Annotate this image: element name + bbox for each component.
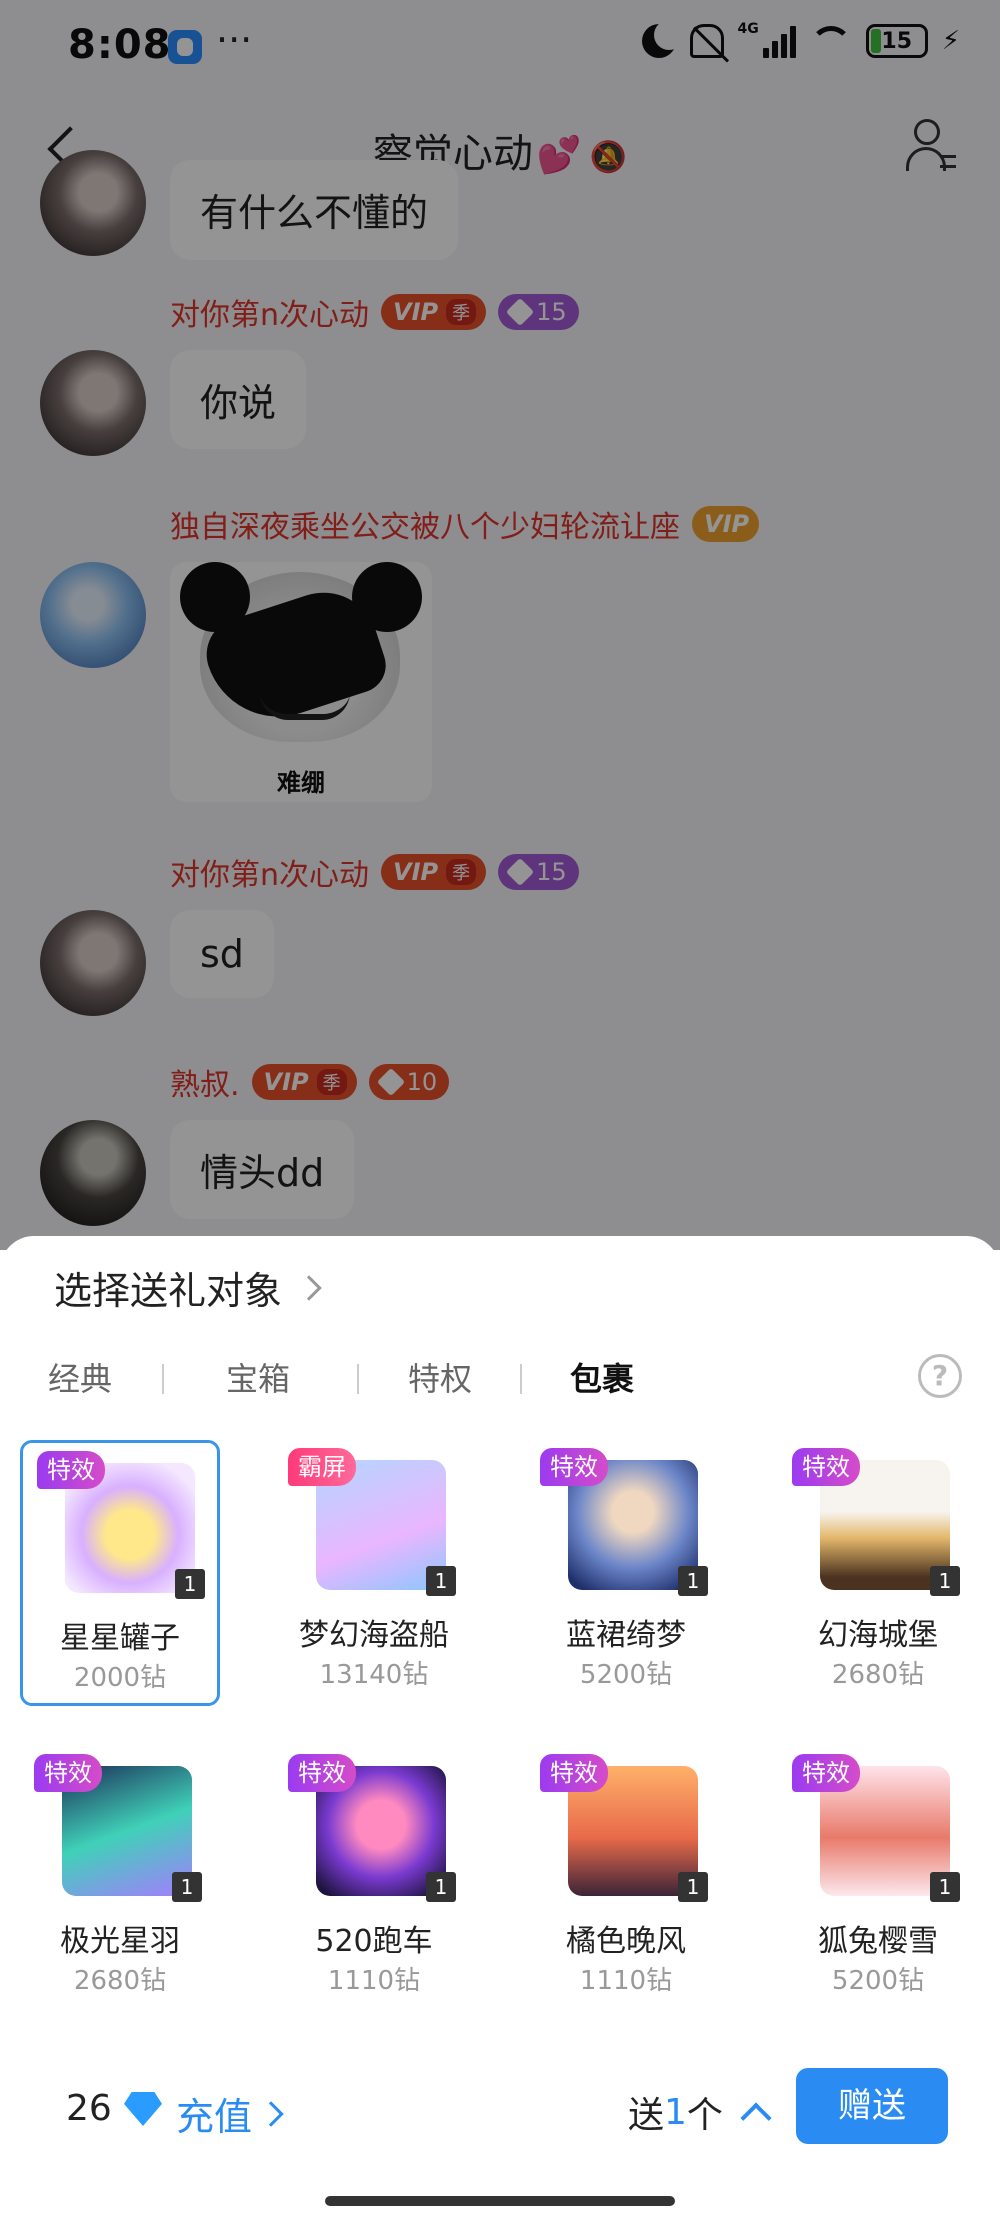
- chat-background: 8:08 ··· 4G 15 ⚡ 察觉心动 💕 🔕 有什么不懂的 对你第n次心动…: [0, 0, 1000, 1250]
- gift-price: 2680钻: [831, 1660, 925, 1690]
- gift-item[interactable]: 霸屏 1 梦幻海盗船 13140钻: [274, 1440, 474, 1706]
- gift-quantity: 1: [930, 1566, 960, 1596]
- gift-quantity: 1: [678, 1566, 708, 1596]
- tab-package[interactable]: 包裹: [570, 1354, 634, 1400]
- gift-quantity: 1: [172, 1872, 202, 1902]
- gift-item[interactable]: 特效 1 幻海城堡 2680钻: [778, 1440, 978, 1706]
- tab-classic[interactable]: 经典: [48, 1354, 112, 1400]
- gift-price: 5200钻: [831, 1966, 925, 1996]
- gift-quantity: 1: [426, 1872, 456, 1902]
- gift-tabs: 经典 宝箱 特权 包裹: [0, 1354, 1000, 1414]
- gift-name: 520跑车: [315, 1924, 433, 1959]
- gift-effect-tag: 特效: [540, 1448, 608, 1486]
- recharge-button[interactable]: 充值: [176, 2086, 284, 2141]
- diamond-balance: 26: [66, 2088, 112, 2129]
- recharge-label: 充值: [176, 2095, 253, 2139]
- gift-name: 极光星羽: [60, 1924, 180, 1959]
- gift-item[interactable]: 特效 1 520跑车 1110钻: [274, 1746, 474, 2012]
- gift-quantity: 1: [426, 1566, 456, 1596]
- tab-divider: [520, 1364, 522, 1394]
- send-suffix: 个: [686, 2095, 723, 2136]
- gift-item[interactable]: 特效 1 狐兔樱雪 5200钻: [778, 1746, 978, 2012]
- gift-quantity: 1: [175, 1569, 205, 1599]
- gift-effect-tag: 特效: [288, 1754, 356, 1792]
- gift-price: 2680钻: [73, 1966, 167, 1996]
- gift-name: 蓝裙绮梦: [566, 1618, 686, 1653]
- gift-item[interactable]: 特效 1 蓝裙绮梦 5200钻: [526, 1440, 726, 1706]
- send-count-selector[interactable]: 送1个: [628, 2086, 772, 2138]
- chevron-right-icon: [296, 1274, 322, 1301]
- gift-effect-tag: 霸屏: [288, 1448, 356, 1486]
- home-indicator: [325, 2196, 675, 2206]
- send-prefix: 送: [628, 2095, 665, 2136]
- send-count-value: 1: [664, 2091, 687, 2133]
- gift-name: 梦幻海盗船: [299, 1618, 449, 1653]
- gift-name: 幻海城堡: [818, 1618, 938, 1653]
- gift-effect-tag: 特效: [34, 1754, 102, 1792]
- gift-item[interactable]: 特效 1 星星罐子 2000钻: [20, 1440, 220, 1706]
- gift-price: 1110钻: [327, 1966, 421, 1996]
- gift-action-bar: 26 充值 送1个 赠送: [0, 2058, 1000, 2178]
- gift-quantity: 1: [678, 1872, 708, 1902]
- gift-target-label: 选择送礼对象: [54, 1269, 283, 1313]
- gift-price: 1110钻: [579, 1966, 673, 1996]
- chevron-right-icon: [258, 2100, 284, 2127]
- gift-panel: 选择送礼对象 经典 宝箱 特权 包裹 ? 特效 1 星星罐子 2000钻 霸屏 …: [0, 1236, 1000, 2223]
- modal-overlay[interactable]: [0, 0, 1000, 1250]
- send-gift-button[interactable]: 赠送: [796, 2068, 948, 2144]
- gift-price: 13140钻: [319, 1660, 429, 1690]
- chevron-up-icon: [740, 2102, 772, 2134]
- diamond-icon: [124, 2092, 162, 2126]
- gift-name: 狐兔樱雪: [818, 1924, 938, 1959]
- gift-effect-tag: 特效: [540, 1754, 608, 1792]
- tab-divider: [162, 1364, 164, 1394]
- help-icon[interactable]: ?: [918, 1354, 962, 1398]
- gift-price: 5200钻: [579, 1660, 673, 1690]
- gift-quantity: 1: [930, 1872, 960, 1902]
- gift-price: 2000钻: [73, 1663, 167, 1693]
- gift-target-selector[interactable]: 选择送礼对象: [54, 1260, 322, 1315]
- gift-effect-tag: 特效: [792, 1448, 860, 1486]
- tab-treasure-box[interactable]: 宝箱: [226, 1354, 290, 1400]
- gift-effect-tag: 特效: [37, 1451, 105, 1489]
- gift-name: 橘色晚风: [566, 1924, 686, 1959]
- tab-divider: [357, 1364, 359, 1394]
- gift-effect-tag: 特效: [792, 1754, 860, 1792]
- tab-privilege[interactable]: 特权: [408, 1354, 472, 1400]
- gift-item[interactable]: 特效 1 极光星羽 2680钻: [20, 1746, 220, 2012]
- gift-name: 星星罐子: [60, 1621, 180, 1656]
- gift-item[interactable]: 特效 1 橘色晚风 1110钻: [526, 1746, 726, 2012]
